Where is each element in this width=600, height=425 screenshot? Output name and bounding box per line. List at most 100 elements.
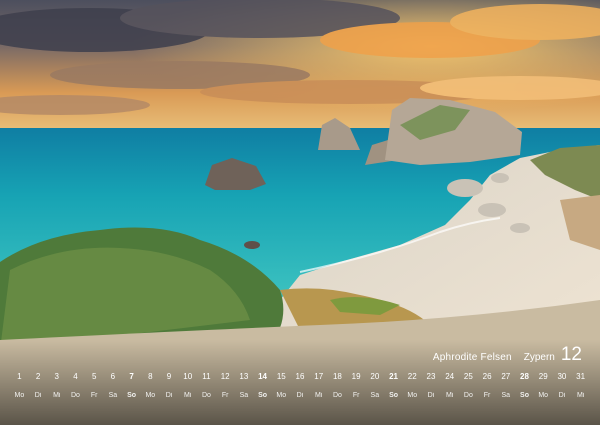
weekday-label: Do xyxy=(332,392,342,399)
weekday-label: Mi xyxy=(53,392,61,399)
weekday-label: Mo xyxy=(276,392,287,399)
calendar-day: 24 Mi xyxy=(440,372,459,414)
weekday-label: Mi xyxy=(576,392,585,399)
calendar-day: 19 Fr xyxy=(347,372,366,414)
weekday-label: Di xyxy=(296,392,304,399)
day-number: 21 xyxy=(389,372,398,381)
day-number: 26 xyxy=(482,372,492,381)
calendar-day: 20 Sa xyxy=(365,372,384,414)
day-number: 11 xyxy=(202,372,211,381)
weekday-label: Mo xyxy=(145,392,156,399)
caption: Aphrodite Felsen Zypern 12 xyxy=(433,344,582,366)
calendar-day: 3 Mi xyxy=(47,372,66,414)
calendar-day: 23 Di xyxy=(422,372,441,414)
calendar-grid: 1 Mo 2 Di 3 Mi 4 Do 5 Fr 6 Sa 7 So 8 Mo 9 Di 10 Mi 11 Do 12 Fr 1… xyxy=(10,372,590,414)
day-number: 5 xyxy=(91,372,97,381)
weekday-label: Sa xyxy=(501,392,511,399)
weekday-label: Mi xyxy=(184,392,192,399)
day-number: 6 xyxy=(110,372,116,381)
day-number: 28 xyxy=(520,372,529,381)
calendar-day: 31 Mi xyxy=(571,372,590,414)
calendar-day: 14 So xyxy=(253,372,272,414)
day-number: 23 xyxy=(426,372,436,381)
calendar-day: 4 Do xyxy=(66,372,85,414)
calendar-day: 12 Fr xyxy=(216,372,235,414)
day-number: 15 xyxy=(276,372,286,381)
weekday-label: Fr xyxy=(352,392,360,399)
weekday-label: Mi xyxy=(315,392,323,399)
weekday-label: So xyxy=(258,392,268,399)
day-number: 20 xyxy=(370,372,380,381)
day-number: 22 xyxy=(407,372,417,381)
day-number: 12 xyxy=(220,372,230,381)
day-number: 25 xyxy=(463,372,473,381)
weekday-label: Fr xyxy=(221,392,229,399)
weekday-label: Di xyxy=(558,392,566,399)
weekday-label: Di xyxy=(34,392,42,399)
day-number: 16 xyxy=(295,372,305,381)
weekday-label: So xyxy=(520,392,529,399)
calendar-day: 8 Mo xyxy=(141,372,160,414)
day-number: 31 xyxy=(576,372,586,381)
weekday-label: Fr xyxy=(483,392,491,399)
calendar-page: Aphrodite Felsen Zypern 12 1 Mo 2 Di 3 Mi 4 Do 5… xyxy=(0,0,600,425)
weekday-label: Di xyxy=(427,392,435,399)
calendar-day: 10 Mi xyxy=(178,372,197,414)
calendar-day: 28 So xyxy=(515,372,534,414)
calendar-day: 15 Mo xyxy=(272,372,291,414)
photo-title: Aphrodite Felsen xyxy=(432,352,512,363)
calendar-day: 9 Di xyxy=(160,372,179,414)
day-number: 9 xyxy=(166,372,172,381)
calendar-day: 18 Do xyxy=(328,372,347,414)
calendar-day: 11 Do xyxy=(197,372,216,414)
weekday-label: Sa xyxy=(108,392,118,399)
calendar-day: 21 So xyxy=(384,372,403,414)
weekday-label: Do xyxy=(71,392,80,399)
day-number: 4 xyxy=(73,372,78,381)
weekday-label: So xyxy=(127,392,137,399)
calendar-day: 13 Sa xyxy=(235,372,254,414)
calendar-day: 27 Sa xyxy=(496,372,515,414)
weekday-label: Do xyxy=(463,392,473,399)
day-number: 3 xyxy=(54,372,59,381)
day-number: 19 xyxy=(351,372,361,381)
calendar-day: 6 Sa xyxy=(104,372,123,414)
calendar-day: 26 Fr xyxy=(478,372,497,414)
day-number: 18 xyxy=(332,372,342,381)
day-number: 24 xyxy=(445,372,455,381)
day-number: 1 xyxy=(17,372,22,381)
weekday-label: Do xyxy=(201,392,211,399)
calendar-day: 22 Mo xyxy=(403,372,422,414)
day-number: 30 xyxy=(557,372,567,381)
day-number: 8 xyxy=(148,372,153,381)
sea-rock-tiny xyxy=(244,241,260,249)
day-number: 10 xyxy=(183,372,193,381)
month-number: 12 xyxy=(560,344,582,365)
calendar-day: 17 Mi xyxy=(309,372,328,414)
calendar-day: 5 Fr xyxy=(85,372,104,414)
weekday-label: Fr xyxy=(90,392,98,399)
calendar-day: 29 Mo xyxy=(534,372,553,414)
weekday-label: Sa xyxy=(239,392,249,399)
day-number: 27 xyxy=(501,372,511,381)
calendar-day: 25 Do xyxy=(459,372,478,414)
calendar-day: 30 Di xyxy=(553,372,572,414)
calendar-day: 16 Di xyxy=(291,372,310,414)
day-number: 2 xyxy=(35,372,41,381)
weekday-label: Sa xyxy=(370,392,380,399)
day-number: 7 xyxy=(129,372,134,381)
photo-location: Zypern xyxy=(523,352,555,363)
weekday-label: So xyxy=(389,392,399,399)
weekday-label: Mi xyxy=(445,392,454,399)
calendar-day: 7 So xyxy=(122,372,141,414)
weekday-label: Mo xyxy=(538,392,549,399)
weekday-label: Mo xyxy=(14,392,25,399)
day-number: 17 xyxy=(314,372,324,381)
day-number: 13 xyxy=(239,372,249,381)
day-number: 14 xyxy=(258,372,268,381)
day-number: 29 xyxy=(538,372,548,381)
calendar-day: 2 Di xyxy=(29,372,48,414)
weekday-label: Mo xyxy=(407,392,418,399)
calendar-day: 1 Mo xyxy=(10,372,29,414)
weekday-label: Di xyxy=(165,392,173,399)
